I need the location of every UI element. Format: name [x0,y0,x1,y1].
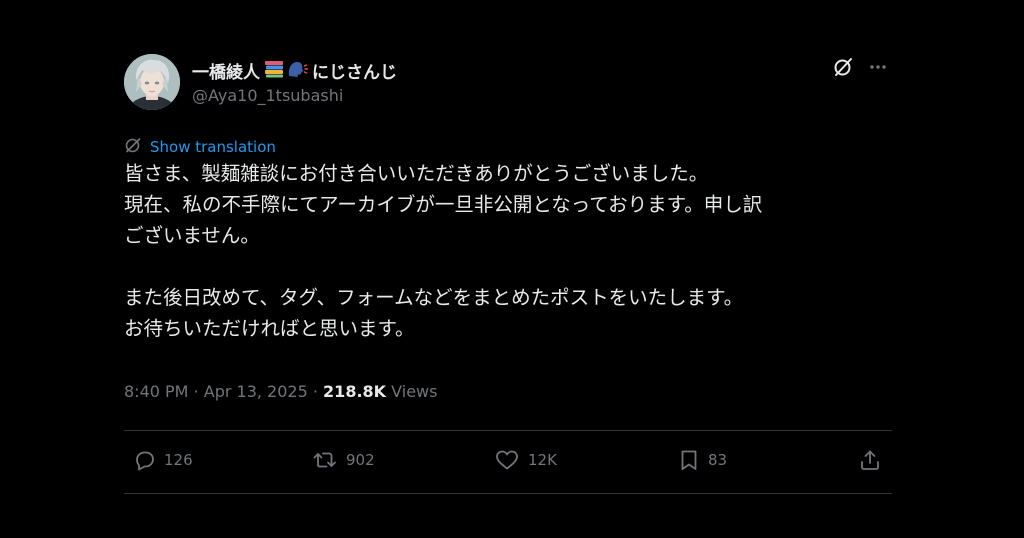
post-time[interactable]: 8:40 PM [124,382,188,401]
post-body-line: 現在、私の不手際にてアーカイブが一旦非公開となっております。申し訳 [124,193,763,216]
post-body-line: また後日改めて、タグ、フォームなどをまとめたポストをいたします。 [124,286,744,309]
post-date[interactable]: Apr 13, 2025 [204,382,308,401]
bookmark-button[interactable]: 83 [678,448,727,472]
post-header-actions [832,56,888,78]
translate-icon [124,136,142,158]
meta-separator: · [193,382,199,401]
post-body-line: 皆さま、製麺雑談にお付き合いいただきありがとうございました。 [124,162,709,185]
post-body: 皆さま、製麺雑談にお付き合いいただきありがとうございました。 現在、私の不手際に… [124,158,892,344]
more-icon[interactable] [868,57,888,77]
reply-icon [132,448,156,472]
divider [124,430,892,431]
repost-button[interactable]: 902 [312,448,375,472]
post-body-line [124,251,892,282]
like-button[interactable]: 12K [494,448,557,472]
views-label: Views [391,382,438,401]
author-name-row[interactable]: 一橋綾人 にじさんじ [192,58,397,83]
share-button[interactable] [858,448,882,472]
show-translation-link[interactable]: Show translation [124,136,276,158]
repost-icon [312,448,338,472]
author-handle[interactable]: @Aya10_1tsubashi [192,86,343,105]
speaking-head-emoji [286,60,309,82]
post-meta: 8:40 PM · Apr 13, 2025 · 218.8K Views [124,382,437,401]
meta-separator: · [312,382,318,401]
show-translation-label[interactable]: Show translation [150,138,276,156]
bookmark-count: 83 [708,451,728,469]
action-bar: 126 902 12K 83 [124,448,892,480]
views-count[interactable]: 218.8K [323,382,386,401]
repost-count: 902 [346,451,375,469]
author-affiliation[interactable]: にじさんじ [312,58,397,83]
bookmark-icon [678,448,700,472]
avatar[interactable] [124,54,180,110]
reply-count: 126 [164,451,193,469]
reply-button[interactable]: 126 [132,448,193,472]
books-emoji [264,60,284,82]
author-display-name[interactable]: 一橋綾人 [192,58,260,83]
share-icon [858,448,882,472]
grok-icon[interactable] [832,56,854,78]
divider [124,493,892,494]
like-count: 12K [528,451,557,469]
post-body-line: ございません。 [124,224,260,247]
avatar-image [124,54,180,110]
heart-icon [494,448,520,472]
post-body-line: お待ちいただければと思います。 [124,317,415,340]
